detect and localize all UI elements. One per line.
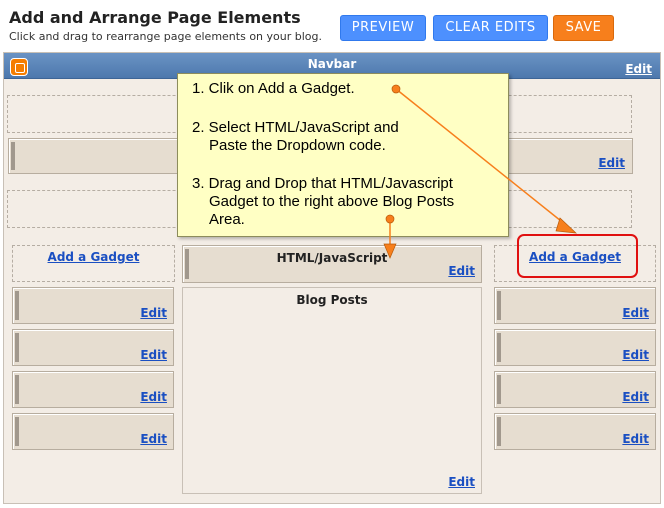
arrow-head-add-gadget	[555, 217, 577, 234]
arrow-start-dot-2	[385, 214, 395, 224]
arrow-head-html-gadget	[383, 243, 397, 259]
callout-arrows	[383, 84, 577, 259]
arrow-to-add-gadget	[395, 88, 567, 226]
arrow-start-dot-1	[391, 84, 401, 94]
